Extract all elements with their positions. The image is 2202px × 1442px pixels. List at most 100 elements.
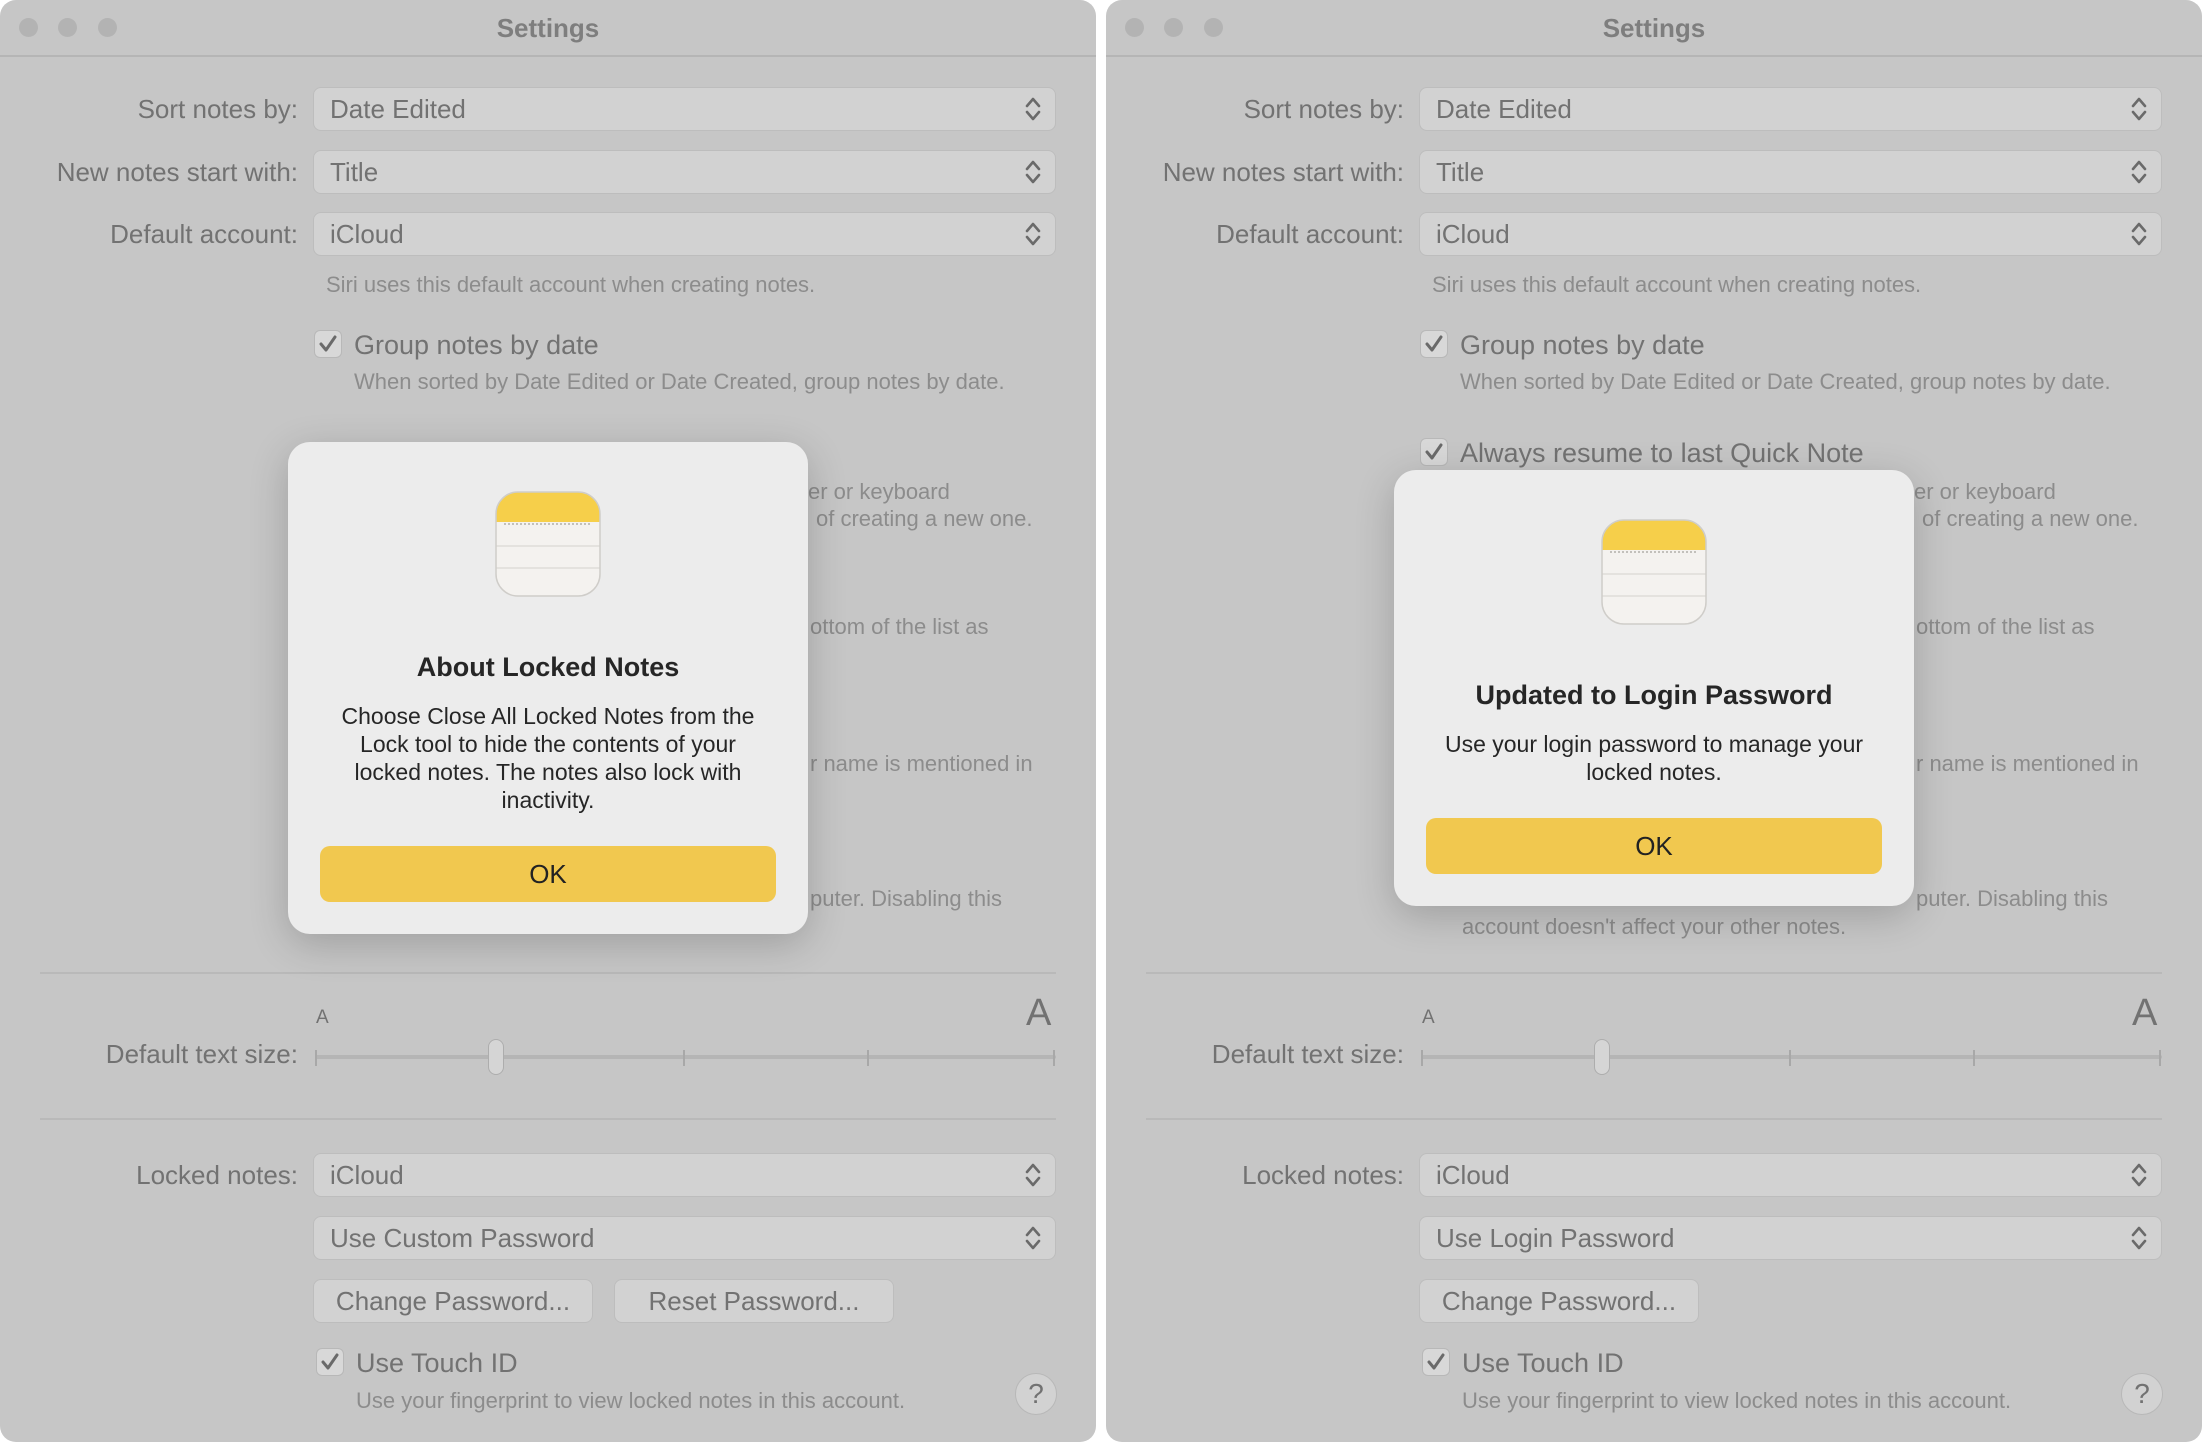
checkmark-icon <box>1425 335 1443 352</box>
obscured-text-bottom: ottom of the list as <box>1916 614 2095 639</box>
popup-arrows-icon <box>1025 160 1041 184</box>
large-text-size-glyph: A <box>1026 992 1052 1034</box>
separator <box>40 972 1056 974</box>
slider-knob[interactable] <box>1594 1039 1611 1075</box>
slider-knob[interactable] <box>488 1039 505 1075</box>
title-bar: Settings <box>1106 0 2202 57</box>
popup-arrows-icon <box>1025 1226 1041 1250</box>
popup-arrows-icon <box>1025 222 1041 246</box>
reset-password-button[interactable]: Reset Password... <box>614 1279 894 1323</box>
slider-tick <box>315 1050 317 1066</box>
small-text-size-glyph: A <box>1422 1007 1435 1028</box>
touch-id-hint: Use your fingerprint to view locked note… <box>356 1388 906 1413</box>
new-notes-label: New notes start with: <box>1162 157 1404 187</box>
window-title: Settings <box>496 13 600 43</box>
touch-id-checkbox[interactable] <box>1422 1348 1450 1376</box>
popup-arrows-icon <box>2131 222 2147 246</box>
checkmark-icon <box>321 1353 339 1370</box>
popup-arrows-icon <box>2131 1226 2147 1250</box>
obscured-text-keyboard: er or keyboard <box>808 479 950 504</box>
default-account-label: Default account: <box>1216 219 1404 249</box>
obscured-text-disabling: puter. Disabling this <box>810 886 1002 911</box>
dialog-title: Updated to Login Password <box>1475 680 1833 710</box>
separator <box>1146 972 2162 974</box>
group-notes-label: Group notes by date <box>354 330 599 360</box>
checkmark-icon <box>1427 1353 1445 1370</box>
notes-app-icon <box>1601 519 1707 625</box>
locked-notes-label: Locked notes: <box>1242 1160 1404 1190</box>
notes-app-icon <box>495 491 601 597</box>
popup-arrows-icon <box>2131 97 2147 121</box>
default-account-value: iCloud <box>1436 219 1510 249</box>
sort-value: Date Edited <box>330 94 466 124</box>
account-hint: account doesn't affect your other notes. <box>1462 914 1847 939</box>
sort-label: Sort notes by: <box>1243 94 1404 124</box>
locked-notes-popup[interactable]: iCloud <box>1419 1153 2162 1197</box>
slider-track[interactable] <box>1421 1055 2162 1059</box>
sort-popup[interactable]: Date Edited <box>313 87 1056 131</box>
help-icon: ? <box>2134 1378 2150 1409</box>
group-notes-label: Group notes by date <box>1460 330 1705 360</box>
default-account-value: iCloud <box>330 219 404 249</box>
sort-popup[interactable]: Date Edited <box>1419 87 2162 131</box>
default-account-popup[interactable]: iCloud <box>313 212 1056 256</box>
new-notes-popup[interactable]: Title <box>313 150 1056 194</box>
siri-hint: Siri uses this default account when crea… <box>1432 272 1922 297</box>
slider-track[interactable] <box>315 1055 1056 1059</box>
group-notes-hint: When sorted by Date Edited or Date Creat… <box>1460 369 2111 394</box>
password-type-popup[interactable]: Use Login Password <box>1419 1216 2162 1260</box>
password-type-value: Use Custom Password <box>330 1223 595 1253</box>
sort-label: Sort notes by: <box>137 94 298 124</box>
slider-tick <box>1421 1050 1423 1066</box>
ok-button[interactable]: OK <box>1426 818 1882 874</box>
large-text-size-glyph: A <box>2132 992 2158 1034</box>
default-account-label: Default account: <box>110 219 298 249</box>
small-text-size-glyph: A <box>316 1007 329 1028</box>
slider-tick <box>683 1050 685 1066</box>
text-size-label: Default text size: <box>1211 1039 1404 1069</box>
separator <box>1146 1118 2162 1120</box>
ok-button[interactable]: OK <box>320 846 776 902</box>
locked-notes-value: iCloud <box>1436 1160 1510 1190</box>
obscured-text-disabling: puter. Disabling this <box>1916 886 2108 911</box>
text-size-label: Default text size: <box>105 1039 298 1069</box>
new-notes-label: New notes start with: <box>56 157 298 187</box>
group-notes-hint: When sorted by Date Edited or Date Creat… <box>354 369 1005 394</box>
help-button[interactable]: ? <box>2121 1373 2163 1415</box>
locked-notes-popup[interactable]: iCloud <box>313 1153 1056 1197</box>
password-type-popup[interactable]: Use Custom Password <box>313 1216 1056 1260</box>
popup-arrows-icon <box>2131 160 2147 184</box>
default-account-popup[interactable]: iCloud <box>1419 212 2162 256</box>
dialog-message: Use your login password to manage your l… <box>1444 731 1864 785</box>
obscured-text-creating: of creating a new one. <box>816 506 1033 531</box>
touch-id-checkbox[interactable] <box>316 1348 344 1376</box>
slider-tick <box>1053 1050 1055 1066</box>
new-notes-popup[interactable]: Title <box>1419 150 2162 194</box>
slider-tick <box>1973 1050 1975 1066</box>
slider-tick <box>2159 1050 2161 1066</box>
dialog-title: About Locked Notes <box>416 652 680 682</box>
checkmark-icon <box>1425 443 1443 460</box>
obscured-text-mentioned: r name is mentioned in <box>1916 751 2139 776</box>
slider-tick <box>1789 1050 1791 1066</box>
locked-notes-value: iCloud <box>330 1160 404 1190</box>
login-password-dialog: Updated to Login Password Use your login… <box>1394 470 1914 906</box>
touch-id-label: Use Touch ID <box>356 1348 518 1378</box>
window-title: Settings <box>1602 13 1706 43</box>
popup-arrows-icon <box>1025 97 1041 121</box>
popup-arrows-icon <box>1025 1163 1041 1187</box>
separator <box>40 1118 1056 1120</box>
change-password-button[interactable]: Change Password... <box>313 1279 593 1323</box>
slider-tick <box>867 1050 869 1066</box>
help-button[interactable]: ? <box>1015 1373 1057 1415</box>
popup-arrows-icon <box>2131 1163 2147 1187</box>
new-notes-value: Title <box>330 157 379 187</box>
change-password-button[interactable]: Change Password... <box>1419 1279 1699 1323</box>
quick-note-checkbox[interactable] <box>1420 438 1448 466</box>
group-notes-checkbox[interactable] <box>314 330 342 358</box>
checkmark-icon <box>319 335 337 352</box>
group-notes-checkbox[interactable] <box>1420 330 1448 358</box>
touch-id-hint: Use your fingerprint to view locked note… <box>1462 1388 2012 1413</box>
help-icon: ? <box>1028 1378 1044 1409</box>
obscured-text-keyboard: er or keyboard <box>1914 479 2056 504</box>
